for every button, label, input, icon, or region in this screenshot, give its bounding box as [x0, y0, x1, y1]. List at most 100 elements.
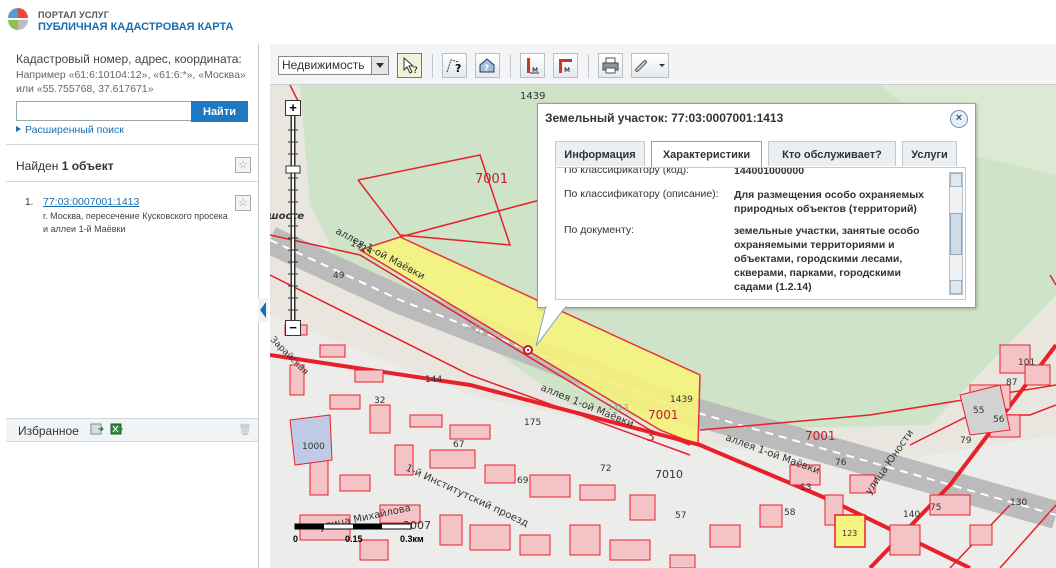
pointer-question-icon: ? — [403, 56, 418, 76]
chevron-down-icon — [371, 57, 388, 74]
search-example: Например «61:6:10104:12», «61:6:*», «Мос… — [16, 69, 246, 95]
popup-body: По классификатору (код): 144001000000 По… — [555, 167, 966, 300]
tab-who-serves[interactable]: Кто обслуживает? — [768, 141, 896, 166]
map-label: 75 — [930, 503, 941, 513]
ruler-icon: м — [527, 58, 539, 74]
map-label: 130 — [1010, 498, 1027, 508]
popup-title: Земельный участок: 77:03:0007001:1413 — [545, 111, 784, 125]
popup-scrollbar[interactable] — [949, 172, 963, 295]
printer-icon — [602, 57, 619, 74]
zoom-in-button[interactable]: + — [285, 100, 301, 116]
triangle-right-icon — [16, 126, 21, 132]
identify-tool-button[interactable]: ? — [397, 53, 422, 78]
row-label: По классификатору (описание): — [564, 188, 719, 200]
favorites-bar: Избранное 🗑 — [6, 418, 258, 442]
map-label: 56 — [993, 415, 1005, 425]
map-label: 175 — [524, 418, 541, 428]
map-label: 57 — [675, 511, 686, 521]
zoom-out-button[interactable]: − — [285, 320, 301, 336]
header: ПОРТАЛ УСЛУГ ПУБЛИЧНАЯ КАДАСТРОВАЯ КАРТА — [0, 0, 1056, 44]
row-value: 144001000000 — [734, 167, 805, 177]
star-icon[interactable]: ☆ — [235, 157, 251, 173]
result-index: 1. — [25, 197, 34, 208]
svg-text:?: ? — [484, 64, 489, 74]
map-label: 79 — [960, 436, 972, 446]
area-info-button[interactable]: ? — [475, 53, 500, 78]
map-label: 7001 — [648, 408, 679, 422]
popup-pointer — [536, 306, 567, 347]
parcel-1000[interactable] — [289, 414, 333, 466]
row-value: земельные участки, занятые особо охраняе… — [734, 225, 920, 293]
zoom-control: + − — [285, 100, 305, 340]
svg-text:?: ? — [455, 62, 461, 75]
map-label: 67 — [453, 440, 464, 450]
map-label: 1439 — [670, 395, 693, 405]
map-label: 87 — [1006, 378, 1017, 388]
map-label: 1439 — [520, 91, 545, 102]
result-cadastral-link[interactable]: 77:03:0007001:1413 — [43, 196, 139, 208]
star-icon[interactable]: ☆ — [235, 195, 251, 211]
layer-select[interactable]: Недвижимость — [278, 56, 389, 75]
map-toolbar: Недвижимость ? ? ? м м — [270, 44, 1056, 85]
toolbar-separator — [432, 54, 433, 78]
collapse-panel-icon[interactable] — [258, 298, 268, 322]
area-ruler-icon: м — [559, 59, 572, 74]
map-label: 69 — [517, 476, 529, 486]
map-label: 1000 — [302, 442, 325, 452]
search-button[interactable]: Найти — [191, 101, 248, 122]
tab-info[interactable]: Информация — [555, 141, 645, 166]
row-label: По документу: — [564, 224, 635, 236]
measure-question-icon: ? — [446, 59, 461, 75]
map-label: 49 — [333, 271, 345, 281]
print-button[interactable] — [598, 53, 623, 78]
link-menu-button[interactable] — [631, 53, 669, 78]
advanced-search-link[interactable]: Расширенный поиск — [16, 124, 124, 136]
toolbar-separator — [510, 54, 511, 78]
row-label: По классификатору (код): — [564, 167, 690, 176]
zoom-track — [285, 114, 301, 328]
results-count-value: 1 объект — [61, 159, 114, 173]
excel-export-icon[interactable] — [110, 423, 124, 435]
search-input[interactable] — [16, 101, 192, 121]
zoom-handle — [285, 165, 301, 174]
results-prefix: Найден — [16, 159, 62, 173]
portal-title[interactable]: ПУБЛИЧНАЯ КАДАСТРОВАЯ КАРТА — [38, 21, 233, 33]
measure-tool-button[interactable]: ? — [442, 53, 467, 78]
row-value: Для размещения особо охраняемых природны… — [734, 189, 925, 215]
results-count: Найден 1 объект — [16, 159, 114, 173]
scale-label: 0 — [293, 534, 299, 544]
svg-text:м: м — [532, 65, 538, 74]
map-label: 7001 — [475, 172, 508, 187]
portal-logo-icon — [8, 8, 28, 30]
map-label: 7010 — [655, 468, 683, 481]
layer-select-value: Недвижимость — [282, 58, 365, 72]
scroll-thumb[interactable] — [950, 213, 962, 255]
scale-label: 0.15 — [345, 534, 363, 544]
toolbar-separator — [588, 54, 589, 78]
scroll-down-icon[interactable] — [950, 280, 962, 294]
scroll-up-icon[interactable] — [950, 173, 962, 187]
map-label: 144 — [425, 375, 442, 385]
left-panel: Кадастровый номер, адрес, координата: На… — [0, 44, 259, 568]
map-label: 76 — [835, 458, 847, 468]
tab-services[interactable]: Услуги — [902, 141, 957, 166]
area-measure-button[interactable]: м — [553, 53, 578, 78]
map-label: 55 — [973, 406, 984, 416]
parcel-marker-dot — [526, 348, 530, 352]
divider — [6, 144, 258, 145]
map-label: 3 — [646, 429, 655, 445]
map-label: 101 — [1018, 358, 1035, 368]
export-icon[interactable] — [90, 423, 104, 435]
ruler-tool-button[interactable]: м — [520, 53, 545, 78]
map-label: 13 — [800, 483, 811, 493]
house-question-icon: ? — [479, 58, 495, 74]
map-label: 123 — [842, 529, 857, 538]
map-label: 7001 — [805, 429, 836, 443]
trash-icon[interactable]: 🗑 — [238, 423, 252, 436]
map-label: 32 — [374, 396, 385, 406]
close-icon[interactable]: × — [950, 110, 968, 128]
tab-characteristics[interactable]: Характеристики — [651, 141, 762, 168]
divider — [6, 181, 258, 182]
map-label: 140 — [903, 510, 920, 520]
parcel-info-popup: Земельный участок: 77:03:0007001:1413 × … — [536, 103, 976, 347]
